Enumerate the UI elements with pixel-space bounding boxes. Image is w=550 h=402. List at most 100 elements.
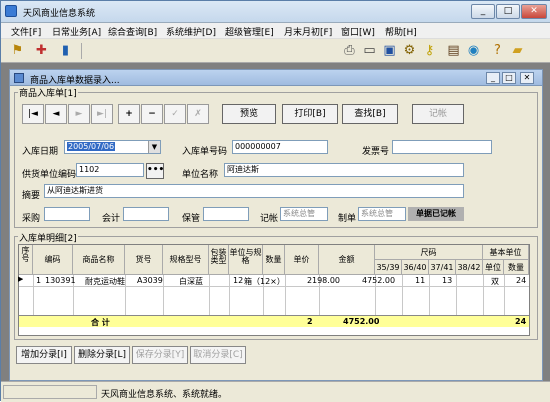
invoice-field[interactable] xyxy=(392,140,492,154)
grid-header-s2: 36/40 xyxy=(402,260,429,275)
key-icon[interactable]: ⚷ xyxy=(421,42,438,59)
print-button[interactable]: 打印[B] xyxy=(282,104,338,124)
cell-unit-spec: 箱（12×） xyxy=(244,277,285,286)
maker-label: 制单 xyxy=(338,214,357,224)
supplier-lookup-button[interactable]: ••• xyxy=(146,163,164,179)
grid-header-price: 单价 xyxy=(285,245,319,275)
print-icon[interactable]: ⎙ xyxy=(341,42,358,59)
globe-icon[interactable]: ◉ xyxy=(465,42,482,59)
cell-seq: 1 xyxy=(36,276,42,285)
prev-record-button[interactable]: ◄ xyxy=(45,104,67,124)
gear-icon[interactable]: ⚙ xyxy=(401,42,418,59)
preview-button[interactable]: 预览 xyxy=(222,104,276,124)
cell-base-unit: 双 xyxy=(491,277,499,286)
cell-spec: 白深蓝 xyxy=(179,277,203,286)
menu-window[interactable]: 窗口[W] xyxy=(341,25,375,38)
detail-group-label: 入库单明细[2] xyxy=(18,231,78,244)
close-button[interactable]: ✕ xyxy=(521,4,547,19)
cell-price: 198.00 xyxy=(312,276,340,285)
preview-label: 预览 xyxy=(239,109,258,119)
menu-query[interactable]: 综合查询[B] xyxy=(108,25,157,38)
delete-record-button[interactable]: − xyxy=(141,104,163,124)
cancel-record-button[interactable]: ✗ xyxy=(187,104,209,124)
purchase-field[interactable] xyxy=(44,207,90,221)
supplier-code-field[interactable]: 1102 xyxy=(76,163,144,177)
chart-icon[interactable]: ▮ xyxy=(57,42,74,59)
keeper-field[interactable] xyxy=(203,207,249,221)
grid-header-item-no: 货号 xyxy=(125,245,163,275)
unit-name-field[interactable]: 阿迪达斯 xyxy=(224,163,464,177)
row-pointer-icon: ▶ xyxy=(18,275,24,283)
grid-header-base-unit-group: 基本单位 xyxy=(483,245,529,260)
first-record-button[interactable]: |◄ xyxy=(22,104,44,124)
bookkeeper-label: 记帐 xyxy=(260,214,279,224)
menu-help[interactable]: 帮助[H] xyxy=(385,25,417,38)
keeper-label: 保管 xyxy=(182,214,201,224)
delete-line-button[interactable]: 删除分录[L] xyxy=(74,346,130,364)
status-text: 天风商业信息系统、系统就绪。 xyxy=(101,390,228,400)
bookkeep-button[interactable]: 记帐 xyxy=(412,104,464,124)
nav-toolbar: |◄ ◄ ► ►| + − ✓ ✗ xyxy=(22,104,222,124)
grid-header-size-group: 尺码 xyxy=(375,245,483,260)
status-bar: 天风商业信息系统、系统就绪。 xyxy=(1,381,550,402)
total-base-qty: 24 xyxy=(515,317,527,326)
menu-maintenance[interactable]: 系统维护[D] xyxy=(166,25,216,38)
grid-header-code: 编码 xyxy=(33,245,73,275)
menu-month[interactable]: 月末月初[F] xyxy=(284,25,332,38)
cell-name: 耐克运动鞋 xyxy=(85,277,125,286)
minimize-button[interactable]: _ xyxy=(471,4,495,19)
date-label: 入库日期 xyxy=(22,147,59,157)
menu-bar: 文件[F] 日常业务[A] 综合查询[B] 系统维护[D] 超级管理[E] 月末… xyxy=(1,23,550,39)
last-record-button[interactable]: ►| xyxy=(91,104,113,124)
find-button[interactable]: 查找[B] xyxy=(342,104,398,124)
child-close-button[interactable]: ✕ xyxy=(520,72,534,84)
monitor-icon[interactable]: ▣ xyxy=(381,42,398,59)
help-icon[interactable]: ? xyxy=(489,42,506,59)
total-label: 合 计 xyxy=(91,318,110,327)
menu-file[interactable]: 文件[F] xyxy=(11,25,41,38)
menu-admin[interactable]: 超级管理[E] xyxy=(225,25,274,38)
grid-header-amount: 金额 xyxy=(319,245,375,275)
table-row[interactable]: ▶ 1 130391 耐克运动鞋 A3039 白深蓝 12 箱（12×） 2 1… xyxy=(18,275,529,287)
users-icon[interactable]: ⚑ xyxy=(9,42,26,59)
bookkeeper-field: 系统总管 xyxy=(280,207,328,221)
grid-header-spec: 规格型号 xyxy=(163,245,209,275)
accountant-field[interactable] xyxy=(123,207,169,221)
grid-header-base-unit: 单位 xyxy=(483,260,504,275)
grid-header-name: 商品名称 xyxy=(73,245,125,275)
cell-s2: 13 xyxy=(442,276,453,285)
child-minimize-button[interactable]: _ xyxy=(486,72,500,84)
add-record-button[interactable]: + xyxy=(118,104,140,124)
app-icon xyxy=(5,5,17,17)
next-record-button[interactable]: ► xyxy=(68,104,90,124)
summary-field[interactable]: 从阿迪达斯进货 xyxy=(44,184,464,198)
date-value: 2005/07/06 xyxy=(67,142,116,151)
cell-s1: 11 xyxy=(415,276,426,285)
total-row: 合 计 2 4752.00 24 xyxy=(19,315,529,327)
child-maximize-button[interactable]: □ xyxy=(502,72,516,84)
pc-icon[interactable]: ✚ xyxy=(33,42,50,59)
cell-code: 130391 xyxy=(45,276,76,285)
cancel-line-button[interactable]: 取消分录[C] xyxy=(190,346,246,364)
save-line-button[interactable]: 保存分录[Y] xyxy=(132,346,188,364)
summary-label: 摘要 xyxy=(22,191,41,201)
supplier-code-label: 供货单位编码 xyxy=(22,170,77,180)
add-line-button[interactable]: 增加分录[I] xyxy=(16,346,72,364)
bookkeep-label: 记帐 xyxy=(428,109,447,119)
order-no-field[interactable]: 000000007 xyxy=(232,140,328,154)
window-icon[interactable]: ▭ xyxy=(361,42,378,59)
grid-header-unit-spec: 单位与规格 xyxy=(229,245,263,275)
book-icon[interactable]: ▤ xyxy=(445,42,462,59)
find-label: 查找[B] xyxy=(354,109,386,119)
purchase-label: 采购 xyxy=(22,214,41,224)
date-field[interactable]: 2005/07/06 ▼ xyxy=(64,140,161,154)
chevron-down-icon[interactable]: ▼ xyxy=(148,141,160,153)
header-group-label: 商品入库单[1] xyxy=(18,86,78,99)
maximize-button[interactable]: □ xyxy=(496,4,520,19)
toolbar-separator xyxy=(81,43,82,59)
cell-amount: 4752.00 xyxy=(362,276,396,285)
menu-daily[interactable]: 日常业务[A] xyxy=(52,25,101,38)
folder-icon[interactable]: ▰ xyxy=(509,42,526,59)
grid-header-pack-type: 包装类型 xyxy=(209,245,229,275)
confirm-record-button[interactable]: ✓ xyxy=(164,104,186,124)
